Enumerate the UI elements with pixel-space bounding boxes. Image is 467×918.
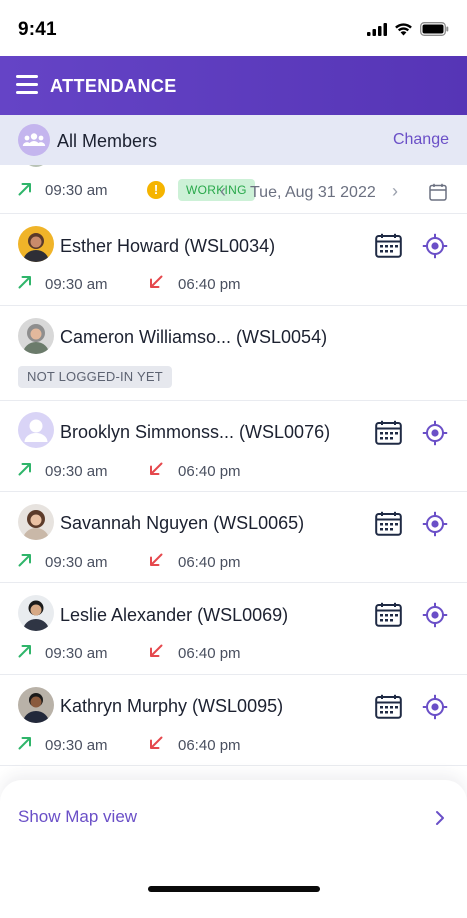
check-in-time: 09:30 am bbox=[45, 737, 108, 754]
home-indicator bbox=[148, 886, 320, 892]
status-badge: WORKING bbox=[178, 179, 255, 201]
signal-icon bbox=[367, 22, 387, 36]
avatar bbox=[18, 595, 54, 631]
location-target-icon[interactable] bbox=[422, 602, 448, 628]
filter-label: All Members bbox=[57, 131, 158, 151]
date-prev-button[interactable]: ‹ bbox=[220, 181, 226, 202]
status-bar: 9:41 bbox=[0, 0, 467, 56]
attendance-list[interactable]: 09:30 am ! WORKING ‹ Tue, Aug 31 2022 › … bbox=[0, 165, 467, 780]
avatar bbox=[18, 226, 54, 262]
list-item[interactable]: Kathryn Murphy (WSL0095) 09:30 am 06:40 … bbox=[0, 675, 467, 766]
schedule-icon[interactable] bbox=[375, 420, 402, 445]
app-header: ATTENDANCE bbox=[0, 56, 467, 115]
schedule-icon[interactable] bbox=[375, 511, 402, 536]
status-icons bbox=[367, 22, 449, 36]
check-in-time: 09:30 am bbox=[45, 463, 108, 480]
list-item[interactable]: Savannah Nguyen (WSL0065) 09:30 am 06:40… bbox=[0, 492, 467, 583]
list-item[interactable]: Leslie Alexander (WSL0069) 09:30 am 06:4… bbox=[0, 583, 467, 675]
arrow-up-right-icon bbox=[18, 645, 31, 658]
check-out-time: 06:40 pm bbox=[178, 463, 241, 480]
member-name: Brooklyn Simmonss... (WSL0076) bbox=[60, 422, 331, 442]
avatar bbox=[23, 165, 49, 167]
check-in-time: 09:30 am bbox=[45, 645, 108, 662]
member-name: Kathryn Murphy (WSL0095) bbox=[60, 696, 284, 716]
location-target-icon[interactable] bbox=[422, 420, 448, 446]
member-filter-bar: All Members Change bbox=[0, 115, 467, 165]
date-next-button[interactable]: › bbox=[392, 181, 398, 202]
location-target-icon[interactable] bbox=[422, 694, 448, 720]
wifi-icon bbox=[395, 23, 412, 36]
status-time: 9:41 bbox=[18, 19, 57, 40]
list-item[interactable]: 09:30 am ! WORKING ‹ Tue, Aug 31 2022 › bbox=[0, 165, 467, 214]
chevron-right-icon[interactable] bbox=[435, 810, 445, 826]
show-map-view-link[interactable]: Show Map view bbox=[18, 807, 137, 827]
member-name: Leslie Alexander (WSL0069) bbox=[60, 605, 289, 625]
arrow-up-right-icon bbox=[18, 554, 31, 567]
date-label: Tue, Aug 31 2022 bbox=[250, 184, 376, 201]
schedule-icon[interactable] bbox=[375, 602, 402, 627]
bottom-sheet: Show Map view bbox=[0, 780, 467, 918]
check-out-time: 06:40 pm bbox=[178, 276, 241, 293]
avatar bbox=[18, 318, 54, 354]
calendar-icon[interactable] bbox=[429, 183, 447, 201]
list-item[interactable]: Brooklyn Simmonss... (WSL0076) 09:30 am … bbox=[0, 401, 467, 492]
schedule-icon[interactable] bbox=[375, 694, 402, 719]
avatar bbox=[18, 504, 54, 540]
menu-button[interactable] bbox=[16, 75, 38, 95]
arrow-down-left-icon bbox=[150, 644, 163, 657]
arrow-down-left-icon bbox=[150, 462, 163, 475]
status-badge: NOT LOGGED-IN YET bbox=[18, 366, 172, 388]
check-out-time: 06:40 pm bbox=[178, 554, 241, 571]
member-name: Cameron Williamso... (WSL0054) bbox=[60, 327, 328, 347]
arrow-up-right-icon bbox=[18, 276, 31, 289]
menu-icon bbox=[16, 75, 38, 94]
list-item[interactable]: Esther Howard (WSL0034) 09:30 am 06:40 p… bbox=[0, 214, 467, 306]
member-name: Esther Howard (WSL0034) bbox=[60, 236, 276, 256]
arrow-up-right-icon bbox=[18, 183, 31, 196]
arrow-up-right-icon bbox=[18, 463, 31, 476]
change-filter-link[interactable]: Change bbox=[393, 131, 449, 149]
check-in-time: 09:30 am bbox=[45, 554, 108, 571]
check-out-time: 06:40 pm bbox=[178, 645, 241, 662]
avatar bbox=[18, 412, 54, 448]
location-target-icon[interactable] bbox=[422, 511, 448, 537]
arrow-up-right-icon bbox=[18, 737, 31, 750]
location-target-icon[interactable] bbox=[422, 233, 448, 259]
warning-icon: ! bbox=[147, 181, 165, 199]
page-title: ATTENDANCE bbox=[50, 76, 177, 96]
group-icon bbox=[18, 124, 50, 156]
check-out-time: 06:40 pm bbox=[178, 737, 241, 754]
battery-icon bbox=[420, 22, 449, 36]
schedule-icon[interactable] bbox=[375, 233, 402, 258]
arrow-down-left-icon bbox=[150, 736, 163, 749]
list-item[interactable]: Cameron Williamso... (WSL0054) NOT LOGGE… bbox=[0, 306, 467, 401]
arrow-down-left-icon bbox=[150, 275, 163, 288]
avatar bbox=[18, 687, 54, 723]
member-name: Savannah Nguyen (WSL0065) bbox=[60, 513, 305, 533]
arrow-down-left-icon bbox=[150, 553, 163, 566]
check-in-time: 09:30 am bbox=[45, 182, 108, 199]
check-in-time: 09:30 am bbox=[45, 276, 108, 293]
